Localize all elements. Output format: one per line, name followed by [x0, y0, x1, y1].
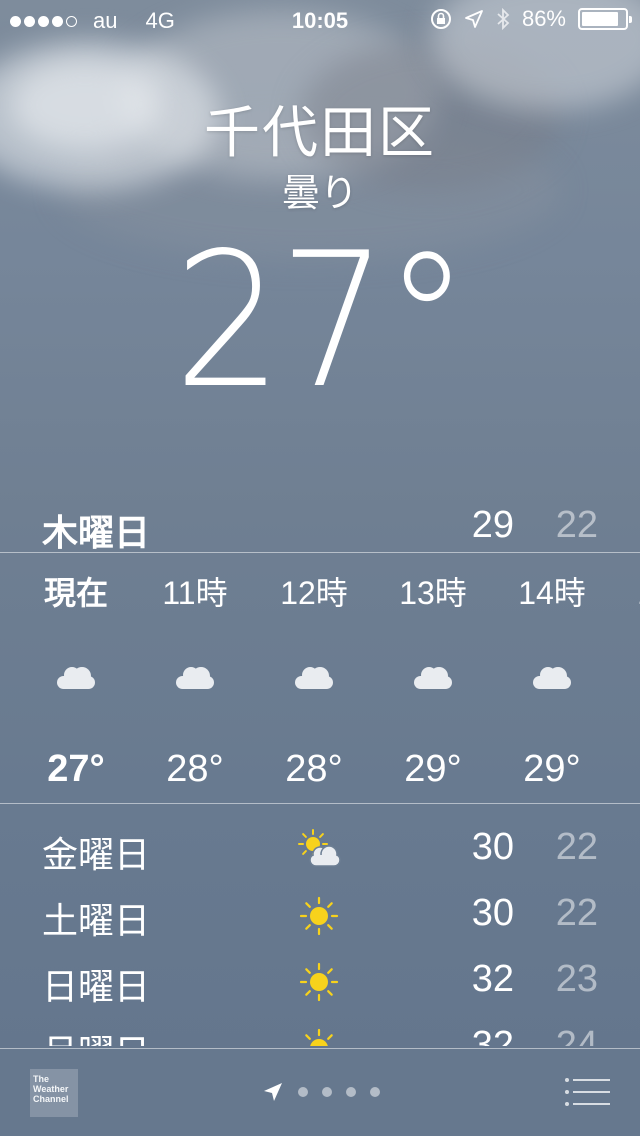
hourly-item: 13時 29° [374, 556, 492, 791]
daily-row: 土曜日 30 22 [0, 884, 640, 950]
cloud-icon [612, 632, 640, 724]
today-low: 22 [555, 504, 598, 546]
battery-icon [578, 8, 632, 30]
day-low: 24 [555, 1024, 598, 1046]
hour-label: 13時 [399, 575, 467, 611]
weather-condition: 曇り [281, 173, 358, 215]
day-low: 22 [555, 826, 598, 868]
day-name: 金曜日 [42, 834, 151, 875]
day-name: 土曜日 [42, 900, 151, 941]
daily-row: 金曜日 30 22 [0, 818, 640, 884]
day-high: 30 [471, 826, 514, 868]
hour-temperature: 27° [47, 748, 105, 790]
hourly-item: 15時 29° [612, 556, 640, 791]
cloud-icon [255, 632, 373, 724]
battery-percent: 86% [521, 6, 566, 31]
city-name: 千代田区 [204, 101, 436, 164]
day-high: 30 [471, 892, 514, 934]
page-dot [346, 1087, 356, 1097]
hour-temperature: 29° [404, 748, 462, 790]
bluetooth-icon [497, 7, 510, 31]
partly-sunny-icon [296, 828, 342, 872]
hour-label: 現在 [43, 575, 108, 611]
rotation-lock-icon [430, 9, 451, 29]
hour-temperature: 29° [612, 748, 640, 791]
current-location-icon [264, 1083, 282, 1101]
hourly-forecast[interactable]: 現在 27° 11時 28° 12時 28° 13時 29° 14時 29° 15時 29° [0, 556, 640, 802]
today-summary: 木曜日 29 22 [0, 500, 640, 553]
hourly-item: 現在 27° [17, 556, 135, 791]
hourly-item: 12時 28° [255, 556, 373, 791]
hour-temperature: 29° [523, 748, 581, 790]
sun-icon [296, 894, 342, 938]
sun-icon [296, 960, 342, 1004]
page-dot [370, 1087, 380, 1097]
divider [0, 552, 640, 553]
daily-forecast[interactable]: 金曜日 30 22 土曜日 30 22 日曜日 32 23 月曜日 32 24 [0, 818, 640, 1046]
cloud-icon [374, 632, 492, 724]
hourly-item: 14時 29° [493, 556, 611, 791]
hour-label: 12時 [280, 575, 348, 611]
hour-label: 14時 [518, 575, 586, 611]
location-arrow-icon [465, 10, 483, 28]
sun-icon [296, 1026, 342, 1046]
page-indicator[interactable] [262, 1081, 380, 1103]
page-dot [322, 1087, 332, 1097]
current-temperature: 27° [173, 212, 470, 429]
day-high: 32 [471, 1024, 514, 1046]
today-day: 木曜日 [42, 512, 151, 553]
day-high: 32 [471, 958, 514, 1000]
daily-row: 日曜日 32 23 [0, 950, 640, 1016]
day-low: 23 [555, 958, 598, 1000]
logo-line: Channel [33, 1094, 69, 1104]
hourly-item: 11時 28° [136, 556, 254, 791]
city-list-icon[interactable] [564, 1077, 610, 1107]
daily-row: 月曜日 32 24 [0, 1016, 640, 1046]
bottom-toolbar: The Weather Channel [0, 1048, 640, 1136]
day-low: 22 [555, 892, 598, 934]
hour-temperature: 28° [285, 748, 343, 790]
status-bar: au 4G 10:05 86% [0, 0, 640, 40]
hour-label: 15時 [612, 568, 640, 612]
page-dot [298, 1087, 308, 1097]
logo-line: The [33, 1074, 50, 1084]
hour-temperature: 28° [166, 748, 224, 790]
hour-label: 11時 [162, 575, 228, 611]
weather-channel-logo[interactable]: The Weather Channel [30, 1069, 78, 1117]
today-high: 29 [471, 504, 514, 546]
cloud-icon [136, 632, 254, 724]
day-name: 月曜日 [42, 1024, 150, 1046]
day-name: 日曜日 [42, 966, 151, 1007]
cloud-icon [493, 632, 611, 724]
logo-line: Weather [33, 1084, 69, 1094]
cloud-icon [17, 632, 135, 724]
divider [0, 803, 640, 804]
